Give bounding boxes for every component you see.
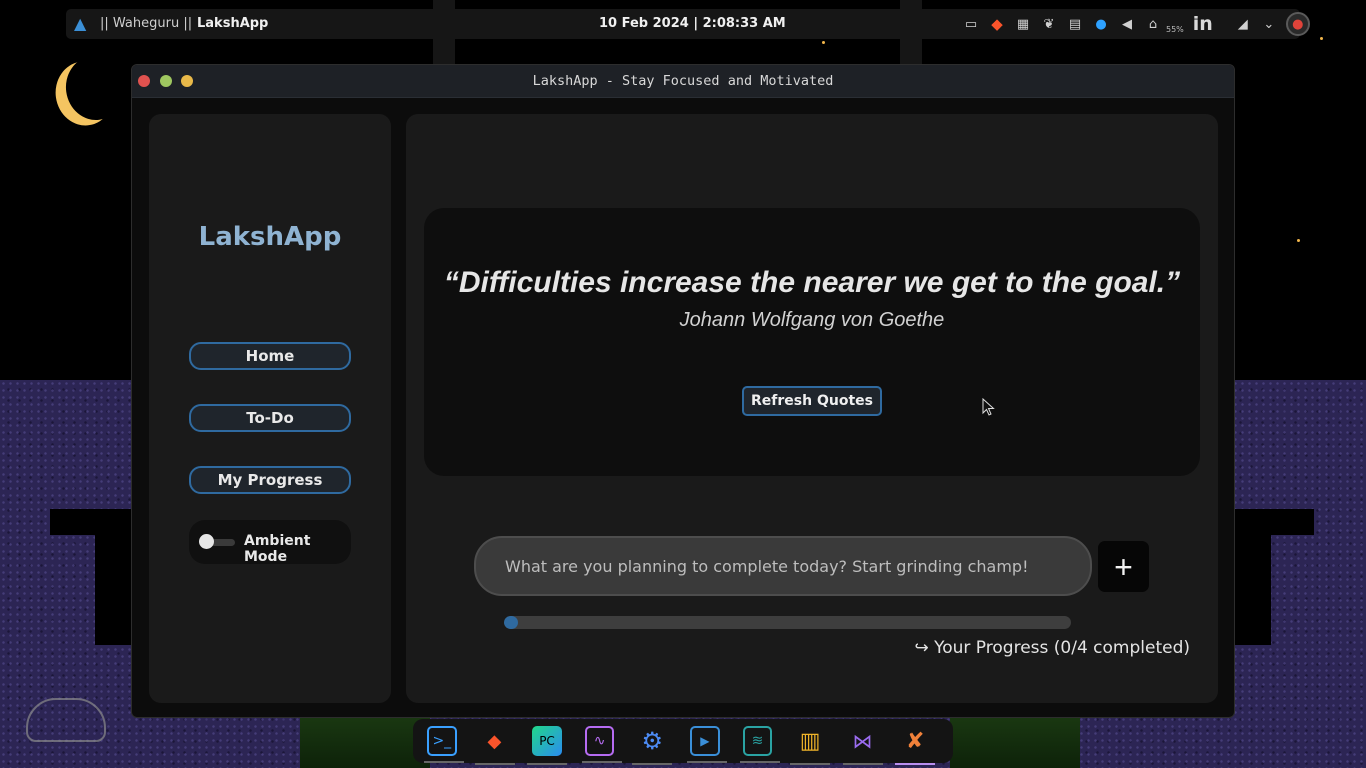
brave-icon[interactable]: ◆ — [474, 726, 515, 765]
book-icon[interactable]: ▥ — [790, 726, 831, 765]
wallpaper-table — [95, 535, 131, 645]
titlebar[interactable]: LakshApp - Stay Focused and Motivated — [132, 65, 1234, 98]
nav-home-button[interactable]: Home — [189, 342, 351, 370]
brave-icon[interactable]: ◆ — [988, 15, 1006, 33]
progress-bar — [504, 616, 1071, 629]
moon-icon — [62, 52, 128, 123]
add-task-button[interactable]: + — [1098, 541, 1149, 592]
window-title: LakshApp - Stay Focused and Motivated — [532, 73, 834, 89]
brand-title: LakshApp — [198, 222, 342, 252]
ambient-mode-toggle[interactable]: Ambient Mode — [189, 520, 351, 565]
system-tray: ▭ ◆ ▦ ❦ ▤ ● ◀ ⌂ 55% in ◢ ⌄ ● — [962, 12, 1318, 36]
visual-studio-icon[interactable]: ⋈ — [842, 726, 883, 765]
quote-text: “Difficulties increase the nearer we get… — [443, 266, 1181, 299]
clock[interactable]: 10 Feb 2024 | 2:08:33 AM — [599, 16, 786, 31]
leaf-icon[interactable]: ❦ — [1040, 15, 1058, 33]
progress-bar-fill — [504, 616, 518, 629]
nav-todo-button[interactable]: To-Do — [189, 404, 351, 432]
ambient-mode-label: Ambient Mode — [244, 533, 311, 565]
wallpaper-table — [50, 509, 132, 535]
quote-author: Johann Wolfgang von Goethe — [679, 309, 945, 331]
terminal-icon[interactable]: >_ — [424, 726, 464, 763]
system-monitor-icon[interactable]: ∿ — [581, 726, 622, 763]
subtitles-icon[interactable]: ▭ — [962, 15, 980, 33]
lakshapp-icon[interactable]: ✘ — [895, 726, 936, 765]
wallpaper-table — [1235, 509, 1314, 535]
nav-progress-button[interactable]: My Progress — [189, 466, 351, 494]
chevron-down-icon[interactable]: ⌄ — [1260, 15, 1278, 33]
wifi-icon[interactable]: ◢ — [1234, 15, 1252, 33]
spotify-icon[interactable]: ≋ — [739, 726, 780, 763]
workspace-label[interactable]: || Waheguru || — [100, 16, 192, 31]
quote-card: “Difficulties increase the nearer we get… — [424, 208, 1200, 476]
firewall-icon[interactable]: ▦ — [1014, 15, 1032, 33]
wallpaper-table — [1235, 535, 1271, 645]
battery-icon[interactable]: ⌂ — [1144, 15, 1162, 33]
pycharm-icon[interactable]: PC — [527, 726, 568, 765]
bulb-icon[interactable]: ● — [1092, 15, 1110, 33]
main-panel: “Difficulties increase the nearer we get… — [406, 114, 1218, 703]
progress-text: ↪ Your Progress (0/4 completed) — [914, 638, 1190, 658]
arch-logo-icon[interactable]: ▲ — [74, 15, 90, 32]
cloud-logo-icon — [26, 698, 106, 742]
top-panel: ▲ || Waheguru || LakshApp 10 Feb 2024 | … — [66, 9, 1310, 39]
dock: >_ ◆ PC ∿ ⚙ ▶ ≋ ▥ ⋈ ✘ — [413, 719, 953, 765]
app-window: LakshApp - Stay Focused and Motivated La… — [131, 64, 1235, 718]
user-avatar-icon[interactable]: ● — [1285, 12, 1310, 36]
battery-percent: 55% — [1166, 24, 1184, 34]
active-app-label: LakshApp — [197, 16, 269, 31]
star — [1297, 239, 1300, 242]
mouse-pointer-icon — [982, 398, 995, 416]
clipboard-icon[interactable]: ▤ — [1066, 15, 1084, 33]
toggle-knob[interactable] — [199, 534, 214, 549]
star — [822, 41, 825, 44]
linkedin-icon[interactable]: in — [1192, 13, 1214, 35]
settings-icon[interactable]: ⚙ — [632, 726, 673, 765]
sidebar: LakshApp Home To-Do My Progress Ambient … — [149, 114, 391, 703]
refresh-quotes-button[interactable]: Refresh Quotes — [742, 386, 882, 416]
volume-icon[interactable]: ◀ — [1118, 15, 1136, 33]
star — [1320, 37, 1323, 40]
task-input[interactable] — [474, 536, 1092, 596]
store-icon[interactable]: ▶ — [687, 726, 728, 763]
